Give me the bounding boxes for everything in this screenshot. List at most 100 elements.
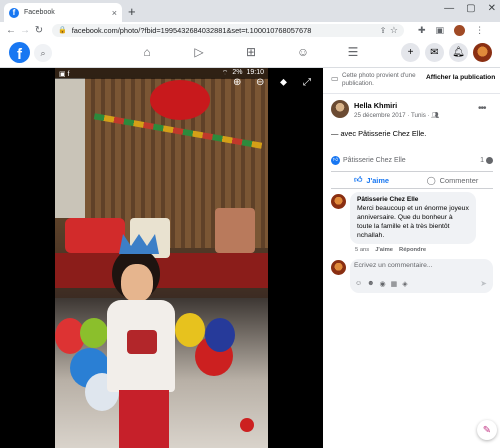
sticker-icon[interactable]: ◈ (402, 280, 407, 288)
photo-shirt-print (127, 330, 157, 354)
address-toolbar: ← → ↻ 🔒 facebook.com/photo/?fbid=1995432… (0, 22, 500, 38)
zoom-out-icon[interactable]: ⊖ (256, 77, 264, 88)
comment-label: Commenter (439, 175, 479, 185)
browser-menu-icon[interactable]: ⋮ (475, 25, 484, 36)
notice-text: Cette photo provient d'une publication. (342, 72, 416, 87)
post-meta: 25 décembre 2017 · Tunis · 👥︎ (354, 111, 439, 119)
emoji-icon[interactable]: ☻ (367, 280, 374, 288)
new-tab-button[interactable]: + (128, 4, 136, 19)
minimize-button[interactable]: — (444, 3, 454, 14)
birthday-photo[interactable]: ▣ f ⌔ 2% 19:10 (55, 68, 268, 448)
comment-like-link[interactable]: J'aime (375, 247, 393, 253)
marketplace-icon[interactable]: ⊞ (241, 45, 261, 59)
photo-sweets (215, 208, 255, 253)
browser-tab[interactable]: f Facebook × (4, 3, 122, 22)
like-label: J'aime (366, 175, 390, 185)
facebook-top-nav: f ⌕ ⌂ ▷ ⊞ ☺ ☰ + ✉ 🔔︎ (0, 38, 500, 68)
fullscreen-icon[interactable]: ⤢ (303, 77, 311, 88)
search-icon[interactable]: ⌕ (34, 44, 52, 62)
close-window-button[interactable]: ✕ (488, 3, 496, 14)
camera-icon[interactable]: ◉ (380, 280, 386, 288)
audience-friends-icon: 👥︎ (431, 112, 440, 119)
lock-icon[interactable]: 🔒 (58, 26, 67, 34)
reactor-name[interactable]: Pâtisserie Chez Elle (343, 157, 406, 164)
comment-bubble-icon (486, 156, 493, 164)
profile-avatar[interactable] (454, 24, 466, 36)
post-side-panel: ▭ Cette photo provient d'une publication… (323, 68, 500, 448)
comment-count-value: 1 (480, 156, 484, 164)
photo-child-pants (119, 390, 169, 448)
photo-child-face (121, 264, 153, 302)
home-icon[interactable]: ⌂ (137, 45, 157, 59)
tagged-with-text[interactable]: — avec Pâtisserie Chez Elle. (331, 129, 426, 138)
photo-balloon-small (240, 418, 254, 432)
side-panel-icon[interactable]: ▣ (436, 25, 445, 36)
current-user-avatar (331, 260, 346, 275)
maximize-button[interactable]: ▢ (466, 3, 475, 14)
reactions-summary: 👍︎ Pâtisserie Chez Elle 1 (331, 154, 493, 166)
photo-table (55, 253, 268, 288)
commenter-avatar[interactable] (331, 194, 346, 209)
facebook-logo[interactable]: f (9, 42, 30, 63)
view-post-button[interactable]: Afficher la publication (426, 74, 495, 81)
browser-tabstrip: f Facebook × + — ▢ ✕ (0, 0, 500, 22)
wifi-icon: ⌔ (221, 70, 229, 77)
like-reaction-icon: 👍︎ (331, 155, 340, 165)
extensions-puzzle-icon[interactable]: ✚ (418, 25, 426, 36)
account-avatar[interactable] (473, 43, 492, 62)
post-date-location[interactable]: 25 décembre 2017 · Tunis · (354, 112, 431, 119)
author-name[interactable]: Hella Khmiri (354, 101, 397, 110)
comment-reply-link[interactable]: Répondre (399, 247, 426, 253)
more-options-icon[interactable]: ••• (478, 103, 486, 114)
comment-count[interactable]: 1 (480, 156, 493, 164)
comment-composer: ☺ ☻ ◉ ▦ ◈ ➤ (350, 259, 493, 293)
author-avatar[interactable] (331, 100, 349, 118)
zoom-in-icon[interactable]: ⊕ (233, 77, 241, 88)
url-text[interactable]: facebook.com/photo/?fbid=199543268403288… (72, 26, 376, 35)
tab-title: Facebook (24, 9, 55, 16)
url-bar[interactable]: 🔒 facebook.com/photo/?fbid=1995432684032… (52, 23, 404, 37)
thumbs-up-icon: 👍︎ (353, 175, 363, 184)
photo-toy-car (65, 218, 125, 253)
bookmark-star-icon[interactable]: ☆ (390, 25, 398, 36)
composer-tools: ☺ ☻ ◉ ▦ ◈ (355, 280, 408, 288)
tab-close-icon[interactable]: × (112, 8, 117, 18)
post-actions: 👍︎ J'aime ◯ Commenter (331, 171, 493, 189)
comment-bubble: Pâtisserie Chez Elle Merci beaucoup et u… (350, 192, 476, 244)
create-plus-icon[interactable]: + (401, 43, 420, 62)
back-arrow-icon[interactable]: ← (4, 25, 18, 36)
comment-author[interactable]: Pâtisserie Chez Elle (357, 196, 469, 203)
share-icon[interactable]: ⇪ (376, 26, 390, 35)
photo-party-crown (119, 234, 159, 254)
comment-text: Merci beaucoup et un énorme joyeux anniv… (357, 205, 469, 239)
reload-icon[interactable]: ↻ (32, 25, 46, 36)
comment-input[interactable] (354, 262, 484, 269)
watch-video-icon[interactable]: ▷ (189, 45, 209, 59)
photo-balloon-car (150, 80, 210, 120)
comment-time[interactable]: 5 ans (355, 247, 369, 253)
photo-balloon-navy (205, 318, 235, 352)
photo-balloon-green (80, 318, 108, 348)
menu-icon[interactable]: ☰ (343, 45, 363, 59)
new-message-icon[interactable]: ✎ (477, 420, 497, 440)
facebook-favicon-icon: f (9, 7, 19, 18)
photo-viewer: ▣ f ⌔ 2% 19:10 ⊕ ⊖ ⬥ ⤢ (0, 68, 323, 448)
notifications-bell-icon[interactable]: 🔔︎ (449, 43, 468, 62)
status-left-icons: ▣ f (59, 70, 70, 78)
extension-icons: ✚ ▣ ⋮ (418, 24, 484, 36)
forward-arrow-icon[interactable]: → (18, 25, 32, 36)
comment-actions: 5 ans J'aime Répondre (355, 247, 426, 253)
tag-icon[interactable]: ⬥ (280, 77, 287, 88)
gif-icon[interactable]: ▦ (391, 280, 398, 288)
info-icon: ▭ (331, 74, 339, 83)
send-icon[interactable]: ➤ (480, 279, 487, 288)
avatar-sticker-icon[interactable]: ☺ (355, 280, 362, 288)
window-controls: — ▢ ✕ (444, 3, 496, 14)
groups-icon[interactable]: ☺ (293, 45, 313, 59)
speech-bubble-icon: ◯ (426, 175, 436, 185)
photo-window (55, 78, 85, 218)
photo-source-notice: ▭ Cette photo provient d'une publication… (323, 68, 500, 94)
messenger-icon[interactable]: ✉ (425, 43, 444, 62)
comment-button[interactable]: ◯ Commenter (412, 176, 493, 185)
like-button[interactable]: 👍︎ J'aime (331, 175, 412, 185)
